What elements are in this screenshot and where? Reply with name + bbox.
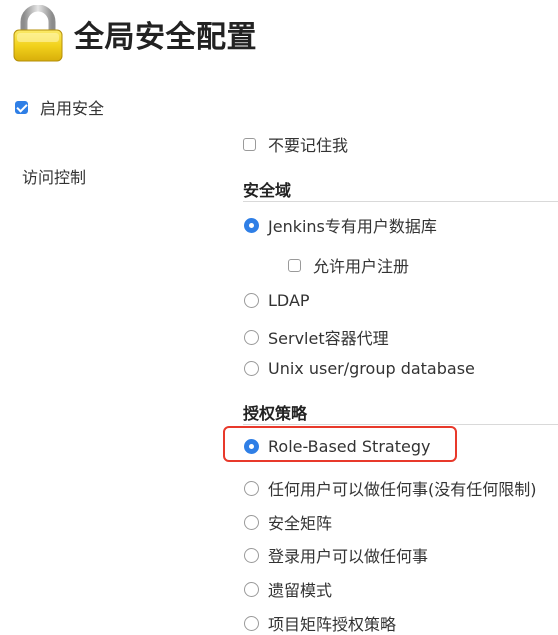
auth-radio-anyone[interactable] [244, 480, 259, 496]
realm-option-label: Unix user/group database [268, 359, 475, 378]
auth-option-label: 项目矩阵授权策略 [268, 615, 397, 634]
realm-radio-ldap[interactable] [244, 293, 259, 308]
allow-signup-checkbox[interactable] [288, 258, 301, 272]
page-header: 全局安全配置 [10, 4, 257, 64]
auth-radio-project-matrix[interactable] [244, 615, 259, 631]
auth-option-label: 遗留模式 [268, 581, 333, 600]
auth-option-logged-in[interactable]: 登录用户可以做任何事 [244, 543, 428, 567]
auth-option-label: 安全矩阵 [268, 514, 333, 533]
enable-security-checkbox[interactable] [15, 100, 28, 114]
security-realm-divider [243, 201, 558, 202]
remember-me-checkbox[interactable] [243, 137, 256, 151]
access-control-label: 访问控制 [22, 168, 87, 187]
auth-radio-legacy[interactable] [244, 581, 259, 597]
realm-option-jenkins-db[interactable]: Jenkins专有用户数据库 [244, 213, 437, 237]
auth-option-anyone[interactable]: 任何用户可以做任何事(没有任何限制) [244, 476, 537, 500]
realm-option-label: LDAP [268, 291, 310, 310]
auth-option-legacy[interactable]: 遗留模式 [244, 577, 332, 601]
auth-radio-logged-in[interactable] [244, 547, 259, 563]
auth-radio-role-based[interactable] [244, 439, 259, 454]
realm-radio-unix[interactable] [244, 361, 259, 376]
allow-signup-label: 允许用户注册 [313, 257, 410, 276]
realm-option-label: Jenkins专有用户数据库 [268, 217, 437, 236]
realm-option-label: Servlet容器代理 [268, 329, 389, 348]
auth-option-label: 登录用户可以做任何事 [268, 547, 429, 566]
remember-me-label: 不要记住我 [268, 136, 349, 155]
page-title: 全局安全配置 [74, 20, 257, 55]
auth-option-matrix[interactable]: 安全矩阵 [244, 510, 332, 534]
auth-option-label: Role-Based Strategy [268, 437, 431, 456]
auth-radio-matrix[interactable] [244, 514, 259, 530]
enable-security-label: 启用安全 [40, 99, 105, 118]
enable-security-checkbox-row[interactable]: 启用安全 [15, 95, 104, 119]
auth-option-role-based[interactable]: Role-Based Strategy [244, 437, 430, 456]
security-realm-heading: 安全域 [243, 181, 292, 200]
realm-option-unix[interactable]: Unix user/group database [244, 359, 475, 378]
authorization-heading: 授权策略 [243, 404, 308, 423]
authorization-divider [243, 424, 558, 425]
allow-signup-row[interactable]: 允许用户注册 [288, 253, 409, 277]
auth-option-project-matrix[interactable]: 项目矩阵授权策略 [244, 611, 396, 635]
auth-option-label: 任何用户可以做任何事(没有任何限制) [268, 480, 537, 499]
lock-icon [13, 5, 63, 62]
realm-radio-servlet[interactable] [244, 329, 259, 345]
realm-option-ldap[interactable]: LDAP [244, 291, 310, 310]
realm-option-servlet[interactable]: Servlet容器代理 [244, 325, 389, 349]
realm-radio-jenkins-db[interactable] [244, 217, 259, 233]
remember-me-row[interactable]: 不要记住我 [243, 132, 348, 156]
